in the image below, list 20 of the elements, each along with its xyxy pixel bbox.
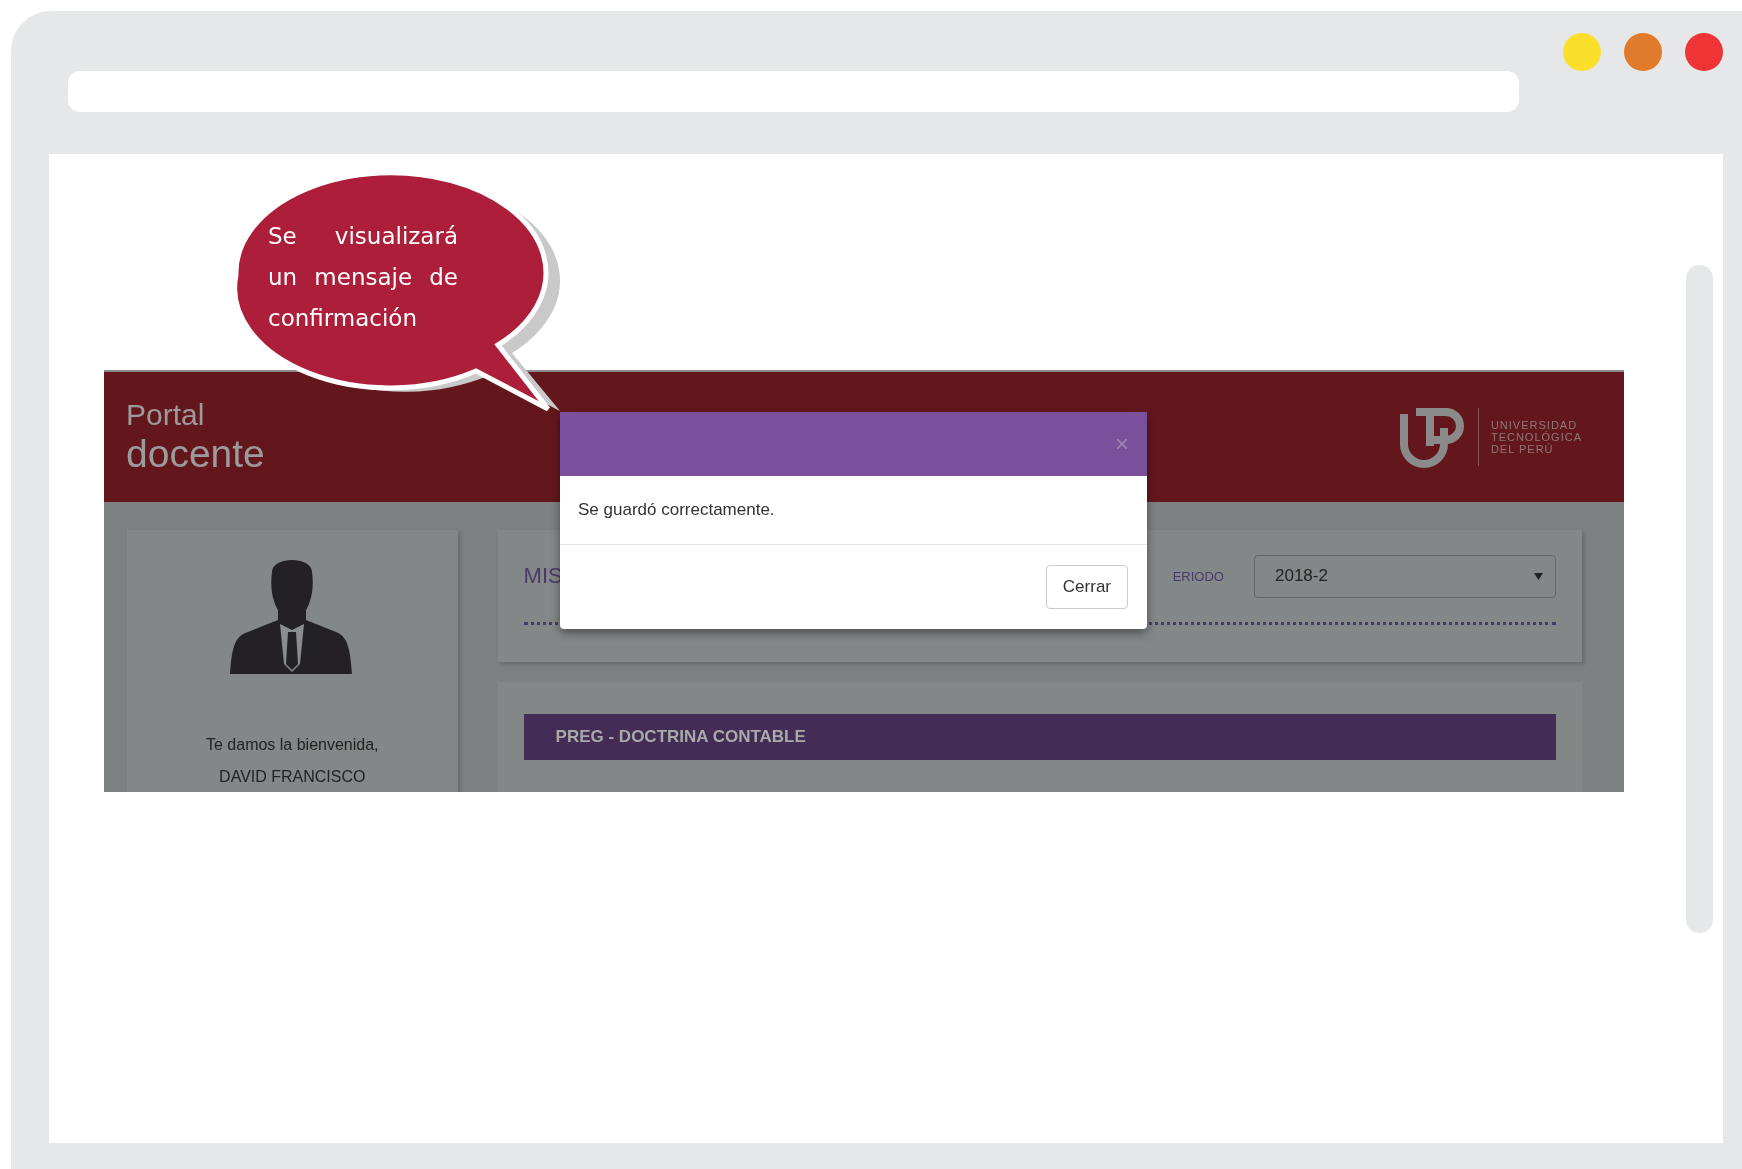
course-title-bar[interactable]: PREG - DOCTRINA CONTABLE xyxy=(523,714,1556,760)
logo-text: UNIVERSIDAD xyxy=(1490,419,1579,431)
logo-text: TECNOLÓGICA xyxy=(1490,431,1582,443)
logo-text: DEL PERÚ xyxy=(1490,443,1555,455)
caret-icon xyxy=(1534,572,1543,580)
period-select[interactable]: 2018-2 xyxy=(1254,554,1556,598)
portal-title: Portal xyxy=(126,398,206,432)
portal-subtitle: docente xyxy=(126,432,265,476)
scrollbar[interactable] xyxy=(1686,265,1713,933)
dialog-message: Se guardó correctamente. xyxy=(578,500,775,519)
window-control-dot[interactable] xyxy=(1685,33,1723,71)
callout-text: Se visualizará un mensaje de confirmación xyxy=(268,222,458,333)
window-control-dot[interactable] xyxy=(1624,33,1662,71)
period-label: ERIODO xyxy=(1172,568,1224,584)
user-name: DAVID FRANCISCO xyxy=(219,768,366,786)
section-heading: MIS xyxy=(523,563,563,589)
address-bar[interactable] xyxy=(68,71,1519,112)
close-dialog-button[interactable]: Cerrar xyxy=(1045,565,1128,609)
welcome-text: Te damos la bienvenida, xyxy=(206,736,379,754)
window-control-dot[interactable] xyxy=(1563,33,1601,71)
